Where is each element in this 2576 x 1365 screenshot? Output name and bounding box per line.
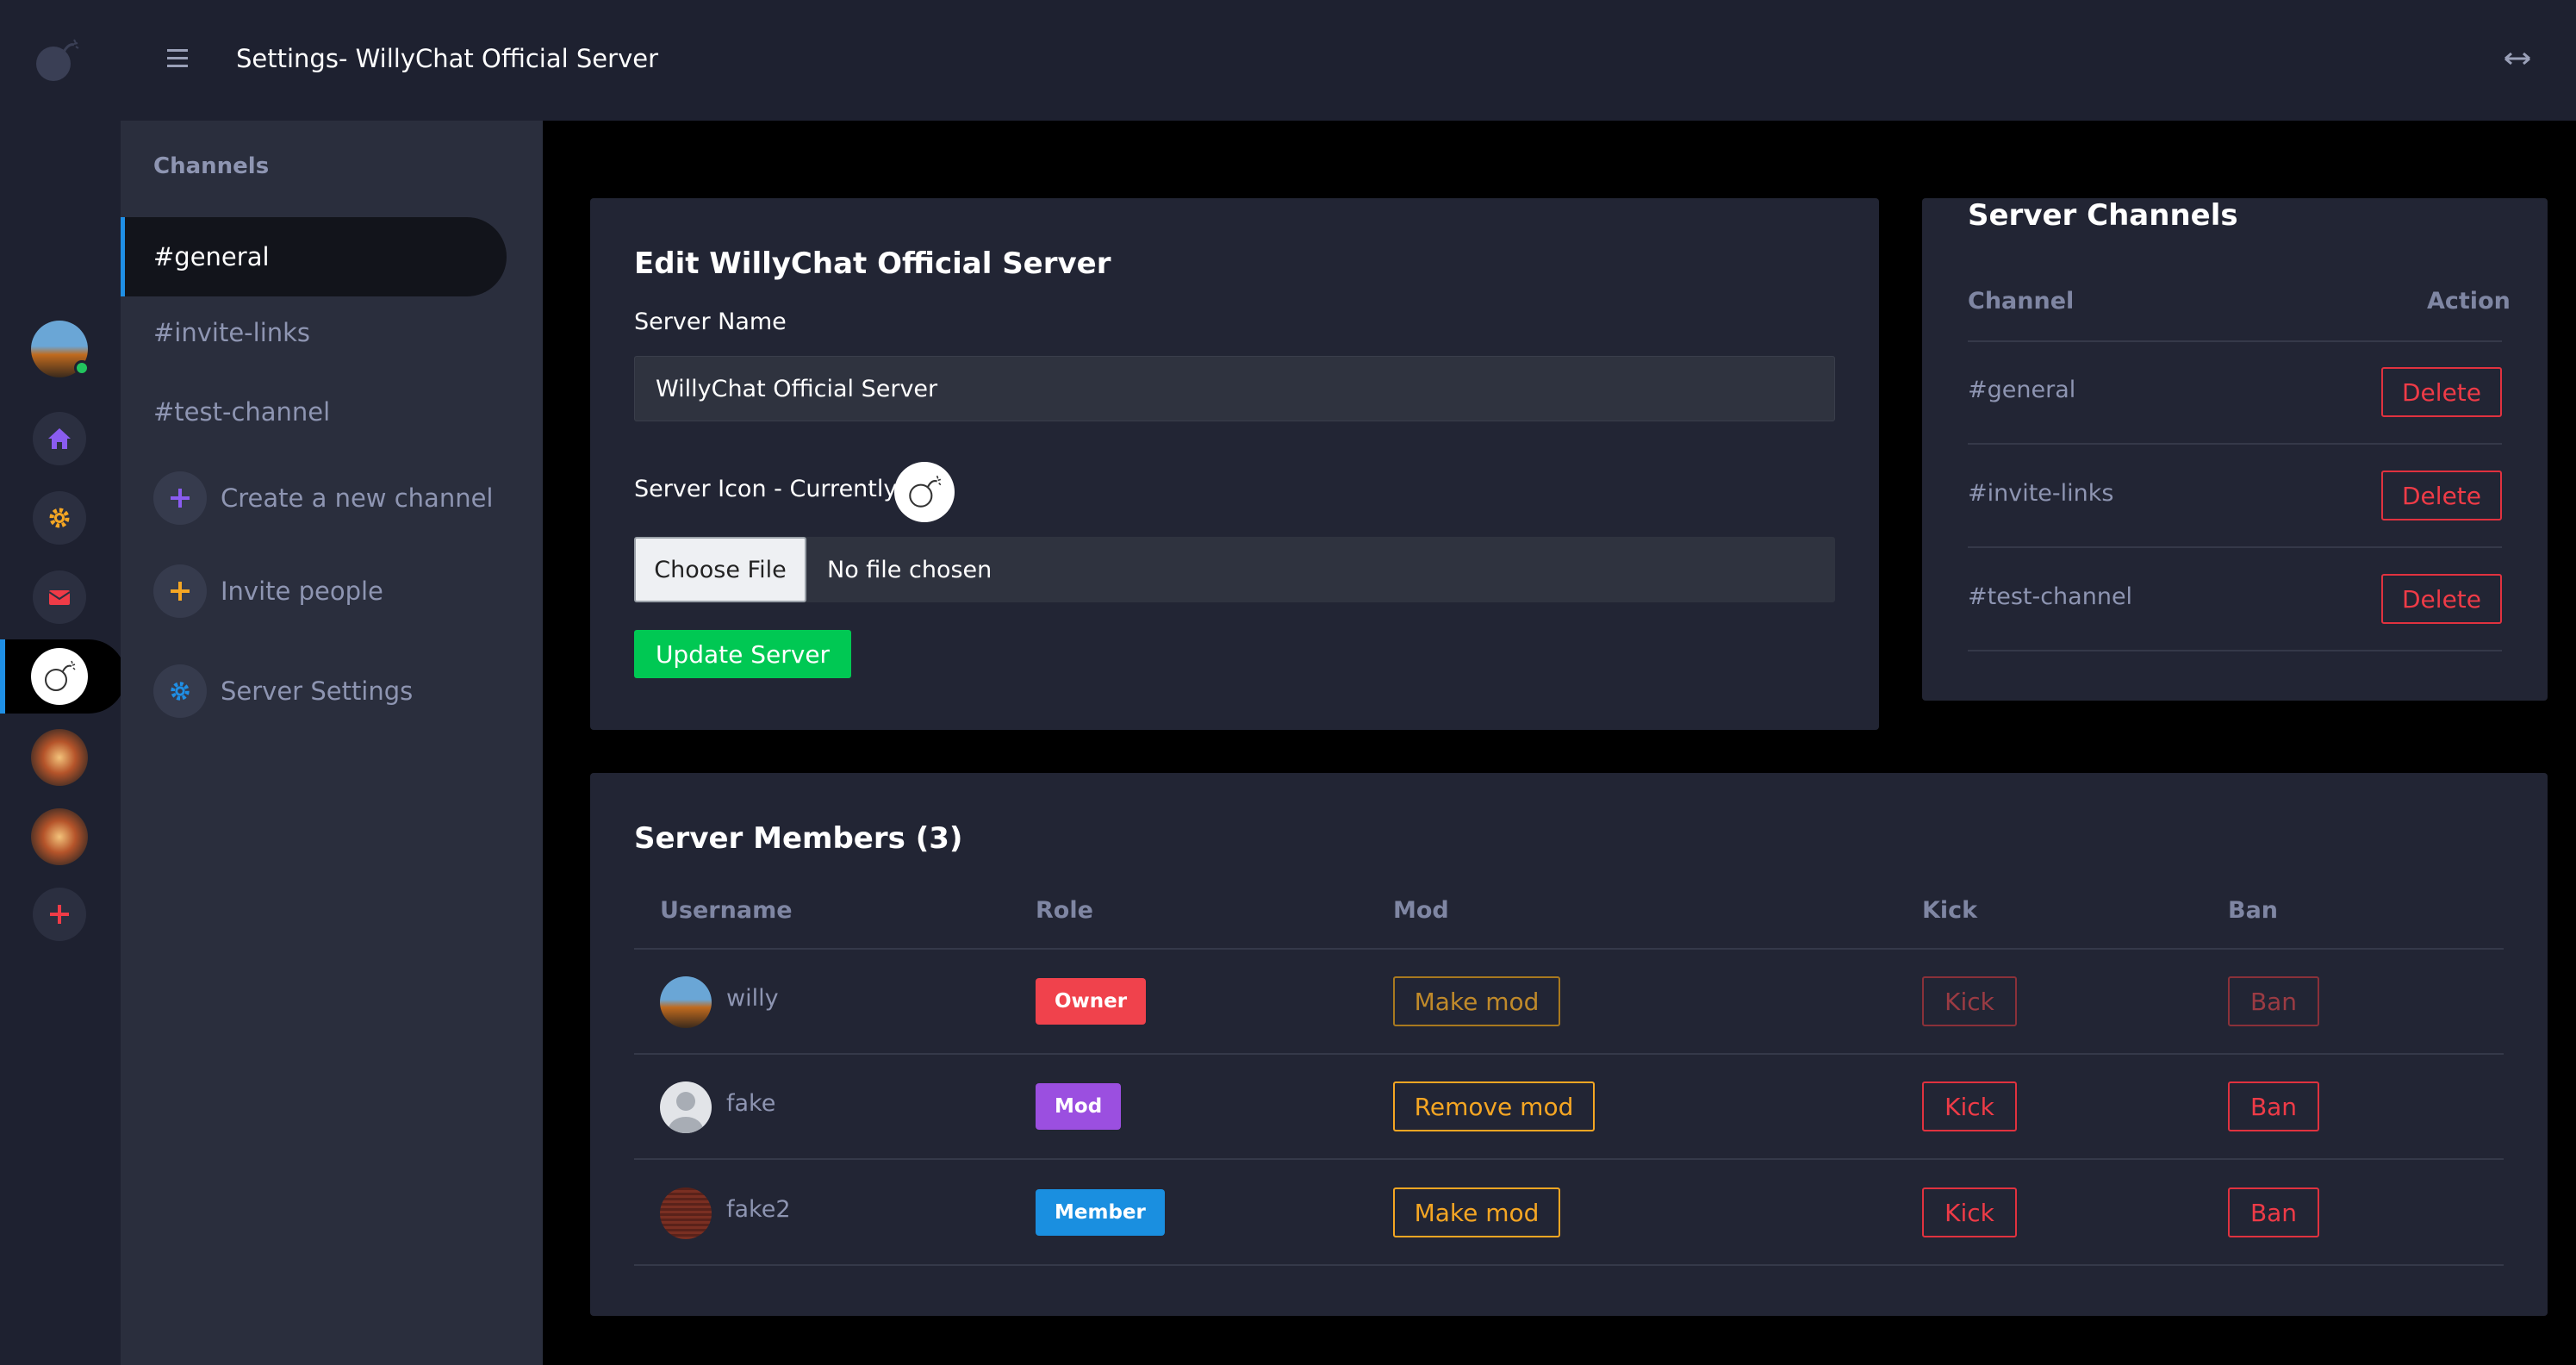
table-divider [1968, 443, 2502, 445]
member-username: willy [726, 985, 779, 1012]
channel-label: #general [153, 242, 270, 271]
avatar [660, 1187, 712, 1239]
role-badge-member: Member [1036, 1189, 1165, 1236]
channel-item-test-channel[interactable]: #test-channel [153, 395, 330, 429]
update-server-button[interactable]: Update Server [634, 630, 851, 678]
server-rail [0, 121, 126, 1365]
member-username: fake2 [726, 1196, 791, 1223]
server-name-label: Server Name [634, 309, 787, 335]
delete-channel-button[interactable]: Delete [2381, 367, 2502, 417]
action-column-header: Action [2427, 288, 2511, 315]
channel-item-general[interactable]: #general [121, 217, 507, 296]
messages-button[interactable] [33, 570, 86, 624]
table-row-channel: #test-channel [1968, 583, 2133, 610]
role-column-header: Role [1036, 897, 1093, 924]
expand-horizontal-icon[interactable] [2500, 43, 2535, 74]
page-title: Settings- WillyChat Official Server [236, 44, 658, 73]
edit-server-card: Edit WillyChat Official Server Server Na… [590, 198, 1879, 730]
kick-column-header: Kick [1922, 897, 1978, 924]
server-channels-title: Server Channels [1968, 198, 2238, 233]
mail-icon [48, 590, 71, 605]
rail-active-edge [0, 639, 5, 714]
ban-button[interactable]: Ban [2228, 1187, 2319, 1237]
remove-mod-button[interactable]: Remove mod [1393, 1081, 1595, 1131]
role-badge-owner: Owner [1036, 978, 1147, 1025]
ban-column-header: Ban [2228, 897, 2279, 924]
server-willychat[interactable] [31, 648, 88, 705]
home-button[interactable] [33, 412, 86, 465]
table-divider [1968, 650, 2502, 651]
invite-people-button[interactable]: Invite people [153, 564, 383, 619]
username-column-header: Username [660, 897, 793, 924]
server-icon-label: Server Icon - Currently [634, 476, 898, 502]
choose-file-button[interactable]: Choose File [634, 537, 806, 602]
role-badge-mod: Mod [1036, 1083, 1122, 1130]
create-channel-label: Create a new channel [221, 483, 494, 513]
server-settings-label: Server Settings [221, 676, 414, 706]
home-icon [48, 428, 71, 449]
server-icon-file-input[interactable]: Choose File No file chosen [634, 537, 1835, 602]
plus-icon [171, 582, 190, 601]
kick-button[interactable]: Kick [1922, 1081, 2017, 1131]
table-row-channel: #general [1968, 377, 2076, 403]
channel-column-header: Channel [1968, 288, 2075, 315]
server-2[interactable] [31, 729, 88, 786]
bomb-icon [45, 660, 76, 691]
top-bar: Settings- WillyChat Official Server [0, 0, 2576, 121]
server-name-input[interactable] [634, 356, 1835, 421]
make-mod-button[interactable]: Make mod [1393, 976, 1560, 1026]
server-settings-button[interactable]: Server Settings [153, 664, 413, 719]
table-divider [1968, 546, 2502, 548]
server-members-title: Server Members (3) [634, 821, 963, 856]
bomb-logo-icon[interactable] [31, 34, 83, 86]
member-username: fake [726, 1090, 776, 1117]
channel-item-invite-links[interactable]: #invite-links [153, 315, 310, 350]
server-members-card: Server Members (3) Username Role Mod Kic… [590, 773, 2548, 1316]
table-divider [1968, 340, 2502, 342]
delete-channel-button[interactable]: Delete [2381, 574, 2502, 624]
default-user-icon [669, 1092, 703, 1133]
user-avatar[interactable] [31, 321, 90, 377]
invite-people-label: Invite people [221, 577, 383, 606]
make-mod-button[interactable]: Make mod [1393, 1187, 1560, 1237]
ban-button[interactable]: Ban [2228, 1081, 2319, 1131]
bomb-icon [909, 475, 942, 508]
kick-button[interactable]: Kick [1922, 976, 2017, 1026]
avatar [660, 976, 712, 1028]
server-3[interactable] [31, 808, 88, 865]
no-file-chosen-text: No file chosen [827, 556, 992, 583]
online-status-icon [74, 360, 90, 376]
delete-channel-button[interactable]: Delete [2381, 471, 2502, 520]
create-channel-button[interactable]: Create a new channel [153, 471, 493, 526]
gear-icon [171, 682, 190, 701]
avatar [660, 1081, 712, 1133]
current-server-icon [894, 462, 955, 522]
channels-heading: Channels [153, 153, 270, 179]
kick-button[interactable]: Kick [1922, 1187, 2017, 1237]
table-divider [634, 1264, 2504, 1266]
app-root: Settings- WillyChat Official Server Chan… [0, 0, 2576, 1365]
plus-icon [171, 489, 190, 508]
server-channels-card: Server Channels Channel Action #general … [1922, 198, 2548, 701]
table-divider [634, 1158, 2504, 1160]
table-row-channel: #invite-links [1968, 480, 2114, 507]
mod-column-header: Mod [1393, 897, 1449, 924]
add-server-button[interactable] [33, 888, 86, 941]
channel-sidebar: Channels #general #invite-links #test-ch… [121, 121, 543, 1365]
gear-icon [49, 508, 70, 528]
plus-icon [50, 905, 69, 924]
ban-button[interactable]: Ban [2228, 976, 2319, 1026]
edit-server-title: Edit WillyChat Official Server [634, 246, 1111, 281]
table-divider [634, 948, 2504, 950]
hamburger-menu-icon[interactable] [164, 41, 198, 76]
settings-button[interactable] [33, 491, 86, 545]
table-divider [634, 1053, 2504, 1055]
